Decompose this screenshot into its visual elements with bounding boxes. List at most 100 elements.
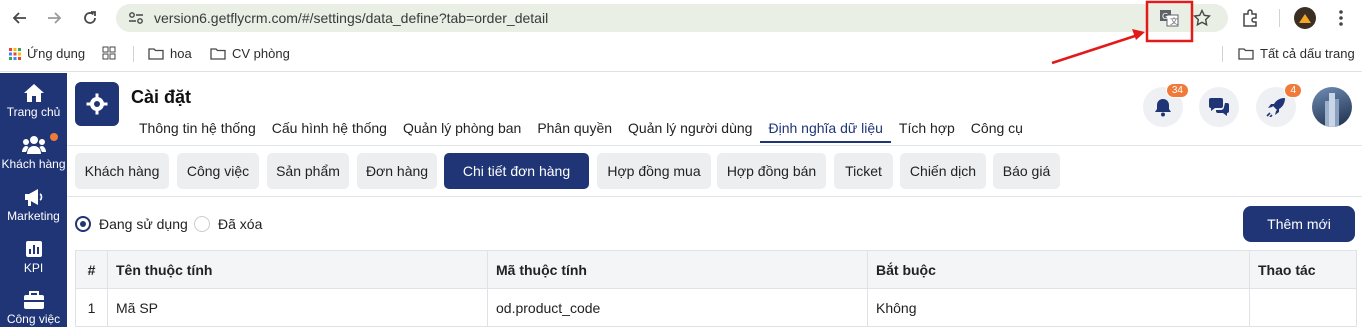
sidebar-item-kpi[interactable]: KPI: [0, 239, 67, 275]
bookmark-folder-cv-phong[interactable]: CV phòng: [210, 46, 290, 61]
tab-tools[interactable]: Công cụ: [963, 119, 1031, 143]
tab-system-config[interactable]: Cấu hình hệ thống: [264, 119, 395, 143]
bookmark-divider: [1222, 46, 1223, 62]
radio-in-use[interactable]: Đang sử dụng: [75, 216, 188, 232]
all-bookmarks-label: Tất cả dấu trang: [1260, 46, 1355, 61]
type-tab-ticket[interactable]: Ticket: [834, 153, 893, 189]
sidebar-item-label: Marketing: [7, 209, 60, 223]
site-info-icon[interactable]: [128, 11, 144, 30]
svg-text:G: G: [1162, 12, 1168, 21]
radio-deleted-indicator[interactable]: [194, 216, 210, 232]
cell-index: 1: [75, 288, 108, 327]
back-icon[interactable]: [8, 6, 32, 30]
type-tab-products[interactable]: Sản phẩm: [267, 153, 349, 189]
bookmark-star-icon[interactable]: [1192, 8, 1212, 32]
settings-gear-tile: [75, 82, 119, 126]
table-row[interactable]: 1 Mã SP od.product_code Không: [75, 288, 1357, 327]
chat-button[interactable]: [1199, 87, 1239, 127]
column-header-required: Bắt buộc: [867, 250, 1250, 289]
type-tab-purchase-contracts[interactable]: Hợp đồng mua: [597, 153, 711, 189]
column-header-attribute-code: Mã thuộc tính: [487, 250, 868, 289]
profile-avatar[interactable]: [1294, 7, 1316, 29]
sidebar-item-label: Công việc: [6, 312, 61, 326]
folder-icon: [210, 48, 226, 60]
tab-permissions[interactable]: Phân quyền: [529, 119, 620, 143]
bookmark-divider: [133, 46, 134, 62]
menu-dots-icon[interactable]: [1333, 8, 1349, 33]
bookmark-folder-label: hoa: [170, 46, 192, 61]
sidebar-item-marketing[interactable]: Marketing: [0, 187, 67, 223]
cell-attribute-name: Mã SP: [107, 288, 488, 327]
cell-attribute-code: od.product_code: [487, 288, 868, 327]
toolbar-divider: [1279, 9, 1280, 27]
chat-icon: [1209, 98, 1229, 116]
url-text[interactable]: version6.getflycrm.com/#/settings/data_d…: [154, 10, 548, 26]
type-tab-orders[interactable]: Đơn hàng: [357, 153, 437, 189]
sidebar-item-home[interactable]: Trang chủ: [0, 83, 67, 119]
column-header-index: #: [75, 250, 108, 289]
browser-toolbar: version6.getflycrm.com/#/settings/data_d…: [0, 0, 1362, 36]
folder-icon: [148, 48, 164, 60]
type-tab-quotes[interactable]: Báo giá: [993, 153, 1060, 189]
sidebar-item-label: KPI: [23, 261, 44, 275]
extensions-icon[interactable]: [1240, 8, 1260, 33]
tab-departments[interactable]: Quản lý phòng ban: [395, 119, 529, 143]
folder-icon: [1238, 48, 1254, 60]
tab-system-info[interactable]: Thông tin hệ thống: [131, 119, 264, 143]
reload-icon[interactable]: [78, 6, 102, 30]
tab-users[interactable]: Quản lý người dùng: [620, 119, 760, 143]
users-icon: [21, 136, 46, 154]
address-bar[interactable]: version6.getflycrm.com/#/settings/data_d…: [116, 4, 1228, 32]
bookmark-folder-label: CV phòng: [232, 46, 290, 61]
sidebar-item-label: Khách hàng: [1, 157, 66, 171]
bookmark-apps[interactable]: Ứng dụng: [9, 46, 85, 61]
notification-dot: [50, 133, 58, 141]
type-tab-customers[interactable]: Khách hàng: [75, 153, 169, 189]
settings-header: Cài đặt Thông tin hệ thống Cấu hình hệ t…: [67, 73, 1362, 145]
app-sidebar: Trang chủ Khách hàng Marketing KPI Công …: [0, 73, 67, 327]
sidebar-item-label: Trang chủ: [6, 105, 61, 119]
notifications-button[interactable]: 34: [1143, 83, 1189, 127]
sidebar-item-tasks[interactable]: Công việc: [0, 290, 67, 326]
bell-icon: [1155, 99, 1171, 117]
bookmark-apps-label: Ứng dụng: [27, 46, 86, 61]
type-tab-tasks[interactable]: Công việc: [177, 153, 259, 189]
rocket-count-badge: 4: [1284, 83, 1302, 98]
data-type-tabs: Khách hàng Công việc Sản phẩm Đơn hàng C…: [67, 145, 1362, 197]
tab-integrations[interactable]: Tích hợp: [891, 119, 963, 143]
translate-icon[interactable]: G文: [1159, 9, 1179, 32]
add-new-button[interactable]: Thêm mới: [1243, 206, 1355, 242]
home-icon: [23, 84, 44, 102]
table-header-row: # Tên thuộc tính Mã thuộc tính Bắt buộc …: [75, 250, 1357, 289]
rocket-icon: [1266, 98, 1285, 117]
user-avatar[interactable]: [1312, 87, 1352, 127]
forward-icon[interactable]: [42, 6, 66, 30]
bookmarks-bar: Ứng dụng hoa CV phòng Tất cả dấu trang: [0, 36, 1362, 72]
svg-text:文: 文: [1170, 16, 1178, 26]
type-tab-order-details[interactable]: Chi tiết đơn hàng: [444, 153, 589, 189]
type-tab-campaigns[interactable]: Chiến dịch: [900, 153, 986, 189]
radio-in-use-label: Đang sử dụng: [99, 216, 188, 232]
filter-row: Đang sử dụng Đã xóa Thêm mới: [67, 198, 1362, 250]
radio-deleted[interactable]: Đã xóa: [194, 216, 262, 232]
column-header-actions: Thao tác: [1249, 250, 1357, 289]
sidebar-item-customers[interactable]: Khách hàng: [0, 133, 67, 171]
radio-in-use-indicator[interactable]: [75, 216, 91, 232]
attributes-table: # Tên thuộc tính Mã thuộc tính Bắt buộc …: [75, 250, 1357, 327]
bookmark-folder-hoa[interactable]: hoa: [148, 46, 192, 61]
all-bookmarks-folder[interactable]: Tất cả dấu trang: [1238, 46, 1355, 61]
tab-data-definition[interactable]: Định nghĩa dữ liệu: [760, 119, 891, 143]
tab-groups-icon[interactable]: [102, 46, 116, 60]
notification-count-badge: 34: [1165, 83, 1189, 98]
type-tab-sales-contracts[interactable]: Hợp đồng bán: [717, 153, 826, 189]
chart-icon: [25, 241, 42, 257]
cell-actions[interactable]: [1249, 288, 1357, 327]
cell-required: Không: [867, 288, 1250, 327]
column-header-attribute-name: Tên thuộc tính: [107, 250, 488, 289]
megaphone-icon: [24, 189, 42, 206]
settings-tabs: Thông tin hệ thống Cấu hình hệ thống Quả…: [131, 119, 1031, 143]
briefcase-icon: [23, 291, 44, 309]
rocket-button[interactable]: 4: [1256, 83, 1302, 127]
gear-icon: [86, 93, 108, 115]
radio-deleted-label: Đã xóa: [218, 216, 263, 232]
